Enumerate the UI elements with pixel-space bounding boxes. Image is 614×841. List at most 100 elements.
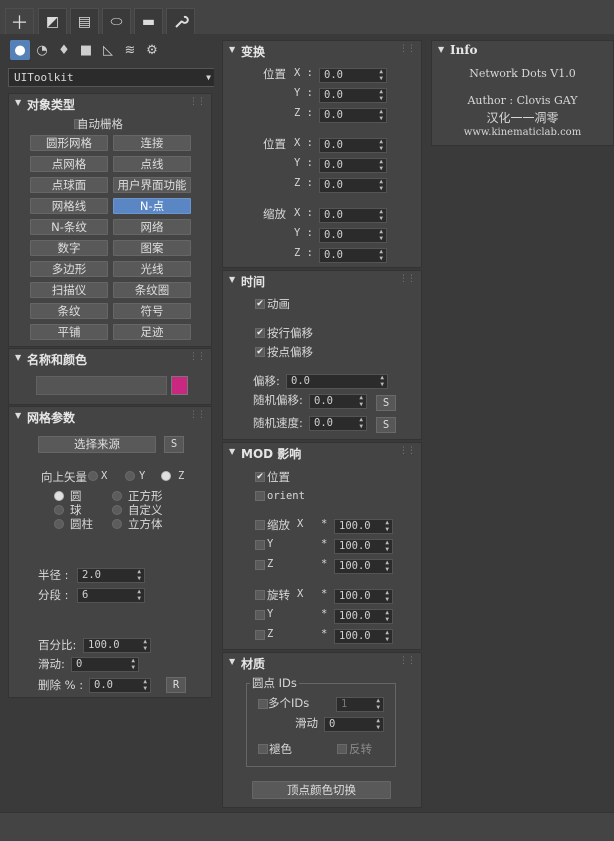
transform-value-spinner[interactable]: 0.0 ▲ ▼	[319, 248, 387, 263]
panel-header[interactable]: ▼ Info	[432, 41, 613, 61]
object-type-button[interactable]: 多边形	[30, 261, 108, 277]
transform-value-spinner[interactable]: 0.0 ▲ ▼	[319, 208, 387, 223]
object-type-button[interactable]: 圆形网格	[30, 135, 108, 151]
object-type-button[interactable]: 点球面	[30, 177, 108, 193]
spinner-arrows-icon: ▲ ▼	[143, 638, 147, 652]
object-color-swatch[interactable]	[171, 376, 188, 395]
mod-axis-checkbox[interactable]	[255, 520, 265, 530]
transform-value-spinner[interactable]: 0.0 ▲ ▼	[319, 228, 387, 243]
segments-spinner[interactable]: 6 ▲ ▼	[77, 588, 145, 603]
mod-axis-checkbox[interactable]	[255, 630, 265, 640]
object-type-button[interactable]: 点网格	[30, 156, 108, 172]
multi-ids-checkbox[interactable]	[258, 699, 268, 709]
left-scroll-gutter[interactable]	[214, 40, 220, 810]
slide-spinner[interactable]: 0 ▲ ▼	[71, 657, 139, 672]
spacewarps-icon[interactable]: ≋	[120, 40, 140, 60]
animate-checkbox[interactable]: ✔	[255, 299, 265, 309]
mod-axis-checkbox[interactable]	[255, 560, 265, 570]
pick-source-button[interactable]: 选择来源	[38, 436, 156, 453]
mod-axis-checkbox[interactable]	[255, 540, 265, 550]
reset-r-button[interactable]: R	[166, 677, 186, 693]
panel-header[interactable]: ▼ 材质 ⋮⋮	[223, 653, 421, 673]
helpers-icon[interactable]: ◺	[98, 40, 118, 60]
mod-orient-checkbox[interactable]	[255, 491, 265, 501]
source-s-button[interactable]: S	[164, 436, 184, 453]
object-type-button[interactable]: 扫描仪	[30, 282, 108, 298]
radius-spinner[interactable]: 2.0 ▲ ▼	[77, 568, 145, 583]
mod-value-spinner[interactable]: 100.0 ▲ ▼	[334, 629, 393, 644]
transform-value-spinner[interactable]: 0.0 ▲ ▼	[319, 158, 387, 173]
object-type-button[interactable]: 数字	[30, 240, 108, 256]
shape-sphere-radio[interactable]	[54, 505, 64, 515]
mod-value-spinner[interactable]: 100.0 ▲ ▼	[334, 519, 393, 534]
utilities-tab[interactable]	[166, 8, 195, 34]
axis-x-radio[interactable]	[88, 471, 98, 481]
object-type-button[interactable]: 网络	[113, 219, 191, 235]
panel-header[interactable]: ▼ 网格参数 ⋮⋮	[9, 407, 211, 427]
panel-header[interactable]: ▼ 名称和颜色 ⋮⋮	[9, 349, 211, 369]
object-type-button[interactable]: N-条纹	[30, 219, 108, 235]
modify-tab[interactable]: ◩	[38, 8, 67, 34]
shape-square-radio[interactable]	[112, 491, 122, 501]
object-type-button[interactable]: 用户界面功能	[113, 177, 191, 193]
object-category-dropdown[interactable]: UIToolkit ▼	[8, 68, 217, 87]
delete-percent-spinner[interactable]: 0.0 ▲ ▼	[89, 678, 151, 693]
random-speed-s-button[interactable]: S	[376, 417, 396, 433]
shape-cube-radio[interactable]	[112, 519, 122, 529]
motion-tab[interactable]: ⬭	[102, 8, 131, 34]
shape-circle-radio[interactable]	[54, 491, 64, 501]
transform-value-spinner[interactable]: 0.0 ▲ ▼	[319, 68, 387, 83]
geometry-icon[interactable]: ●	[10, 40, 30, 60]
panel-header[interactable]: ▼ MOD 影响 ⋮⋮	[223, 443, 421, 463]
axis-y-radio[interactable]	[125, 471, 135, 481]
object-name-field[interactable]	[36, 376, 167, 395]
object-type-button[interactable]: 符号	[113, 303, 191, 319]
object-type-button[interactable]: 条纹	[30, 303, 108, 319]
create-tab[interactable]: ＋	[5, 8, 34, 34]
object-type-button[interactable]: 网格线	[30, 198, 108, 214]
panel-header[interactable]: ▼ 变换 ⋮⋮	[223, 41, 421, 61]
object-type-button[interactable]: 足迹	[113, 324, 191, 340]
row-offset-checkbox[interactable]: ✔	[255, 328, 265, 338]
material-slide-spinner[interactable]: 0 ▲ ▼	[324, 717, 384, 732]
hierarchy-tab[interactable]: ▤	[70, 8, 99, 34]
transform-value-spinner[interactable]: 0.0 ▲ ▼	[319, 178, 387, 193]
vertex-color-toggle-button[interactable]: 顶点颜色切换	[252, 781, 391, 799]
mod-value-spinner[interactable]: 100.0 ▲ ▼	[334, 539, 393, 554]
percent-spinner[interactable]: 100.0 ▲ ▼	[83, 638, 151, 653]
mod-value-spinner[interactable]: 100.0 ▲ ▼	[334, 589, 393, 604]
point-offset-checkbox[interactable]: ✔	[255, 347, 265, 357]
object-type-button[interactable]: 平铺	[30, 324, 108, 340]
invert-checkbox[interactable]	[337, 744, 347, 754]
panel-header[interactable]: ▼ 对象类型 ⋮⋮	[9, 94, 211, 114]
systems-icon[interactable]: ⚙	[142, 40, 162, 60]
mod-value-spinner[interactable]: 100.0 ▲ ▼	[334, 609, 393, 624]
cameras-icon[interactable]: ■	[76, 40, 96, 60]
shapes-icon[interactable]: ◔	[32, 40, 52, 60]
offset-spinner[interactable]: 0.0 ▲ ▼	[286, 374, 388, 389]
object-type-button[interactable]: 连接	[113, 135, 191, 151]
random-offset-spinner[interactable]: 0.0 ▲ ▼	[309, 394, 367, 409]
object-type-button[interactable]: 图案	[113, 240, 191, 256]
multi-ids-spinner[interactable]: 1 ▲ ▼	[336, 697, 384, 712]
mod-axis-checkbox[interactable]	[255, 610, 265, 620]
panel-header[interactable]: ▼ 时间 ⋮⋮	[223, 271, 421, 291]
transform-value-spinner[interactable]: 0.0 ▲ ▼	[319, 138, 387, 153]
fade-checkbox[interactable]	[258, 744, 268, 754]
mod-axis-checkbox[interactable]	[255, 590, 265, 600]
transform-value-spinner[interactable]: 0.0 ▲ ▼	[319, 108, 387, 123]
object-type-button[interactable]: 光线	[113, 261, 191, 277]
object-type-button[interactable]: 条纹圈	[113, 282, 191, 298]
mod-position-checkbox[interactable]: ✔	[255, 472, 265, 482]
mod-value-spinner[interactable]: 100.0 ▲ ▼	[334, 559, 393, 574]
lights-icon[interactable]: ♦	[54, 40, 74, 60]
shape-custom-radio[interactable]	[112, 505, 122, 515]
display-tab[interactable]: ▬	[134, 8, 163, 34]
object-type-button[interactable]: N-点	[113, 198, 191, 214]
axis-z-radio[interactable]	[161, 471, 171, 481]
transform-value-spinner[interactable]: 0.0 ▲ ▼	[319, 88, 387, 103]
random-speed-spinner[interactable]: 0.0 ▲ ▼	[309, 416, 367, 431]
shape-cylinder-radio[interactable]	[54, 519, 64, 529]
object-type-button[interactable]: 点线	[113, 156, 191, 172]
random-offset-s-button[interactable]: S	[376, 395, 396, 411]
